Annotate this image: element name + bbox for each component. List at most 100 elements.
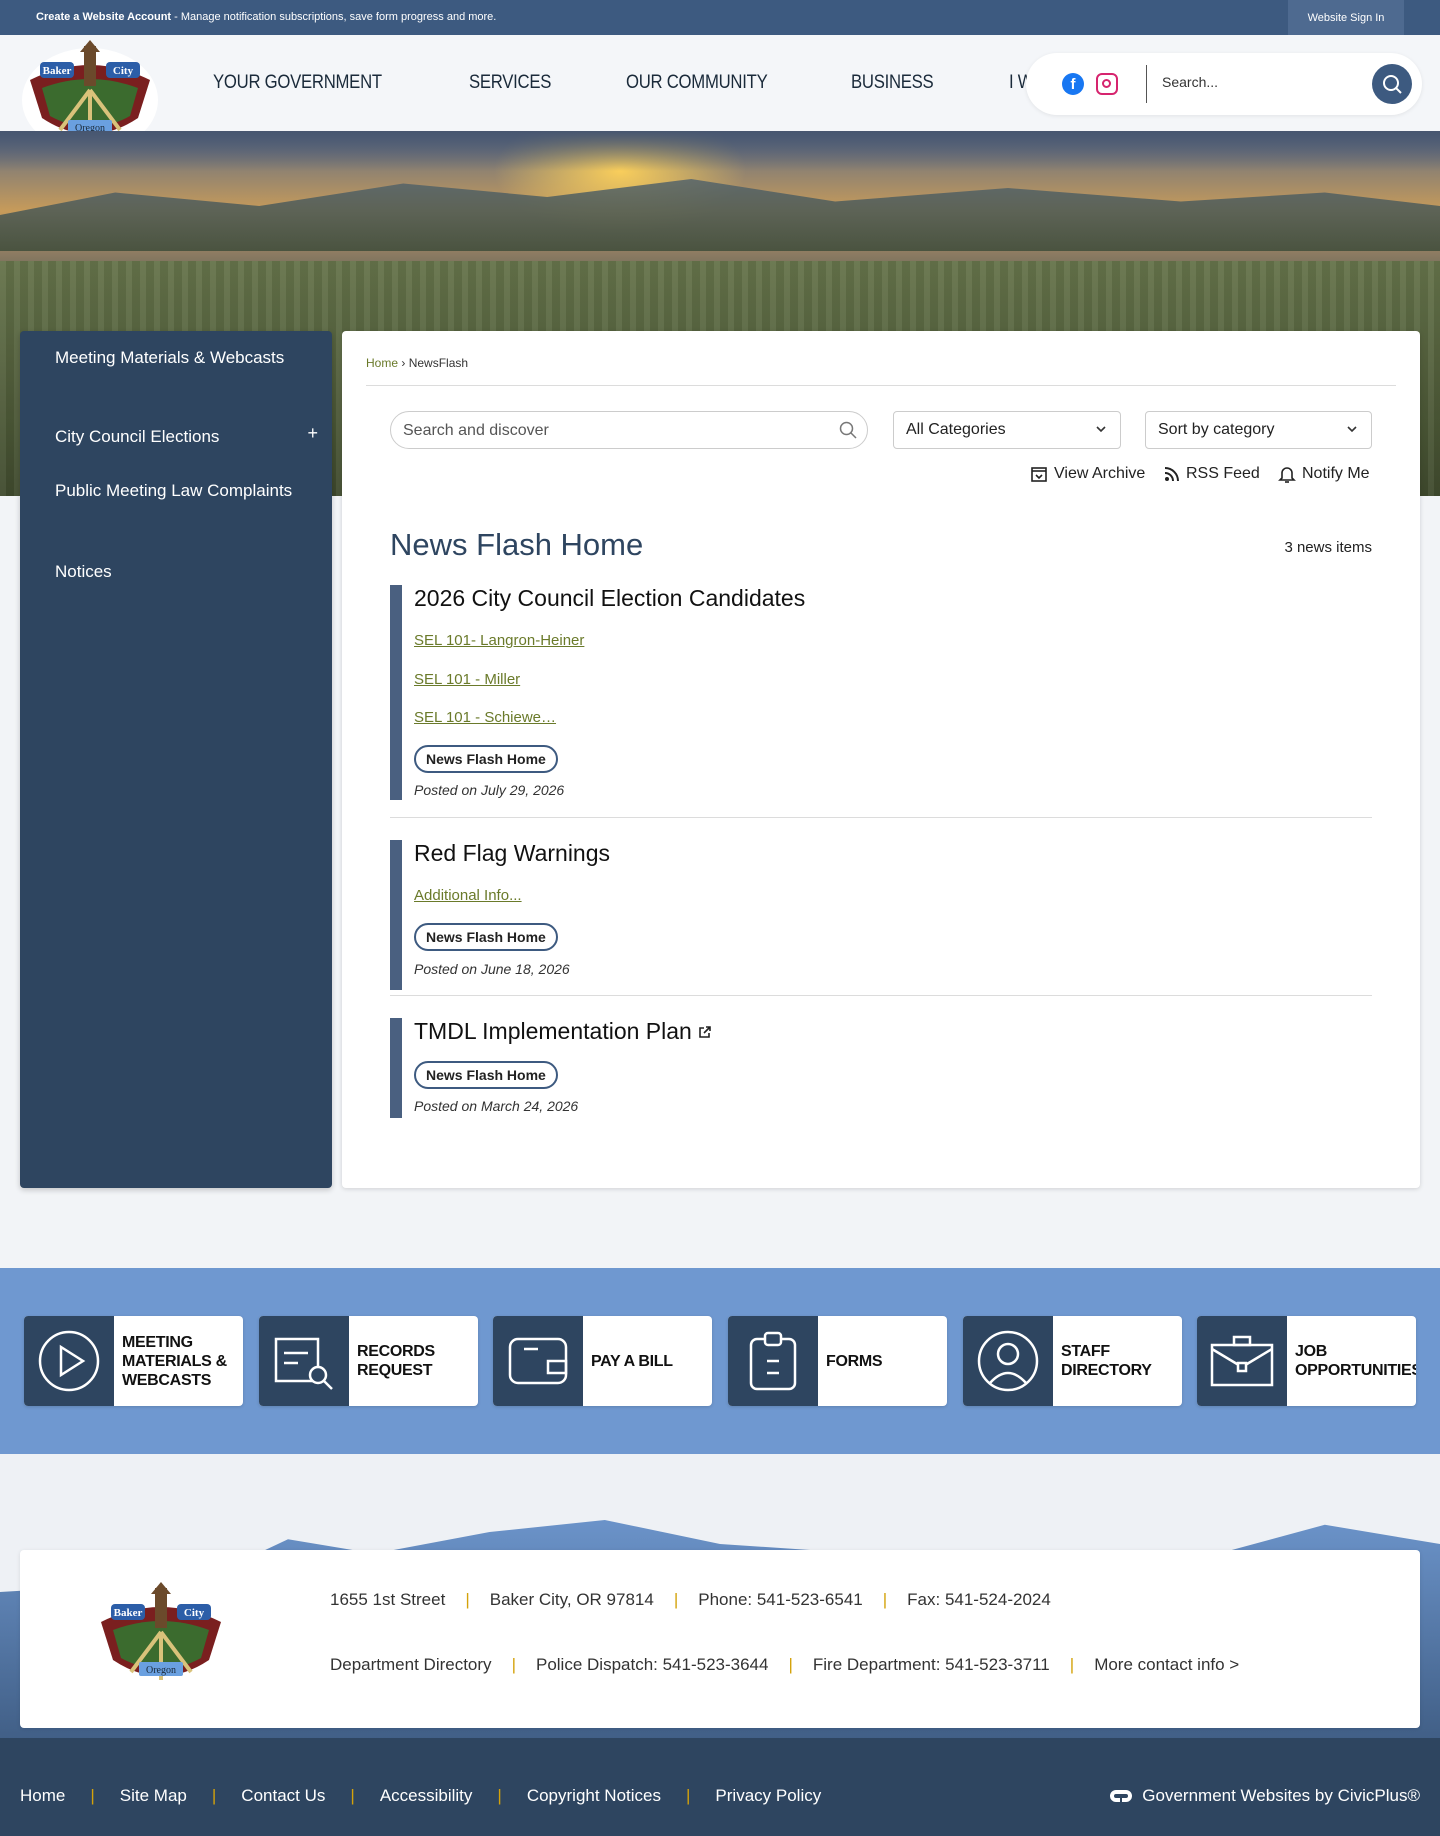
news-item-link[interactable]: SEL 101 - Schiewe…	[414, 709, 556, 726]
hero-sky	[0, 131, 1440, 171]
quick-link-forms[interactable]: FORMS	[728, 1316, 947, 1406]
quick-link-label: RECORDS REQUEST	[357, 1343, 435, 1379]
footer-department-directory[interactable]: Department Directory	[330, 1655, 492, 1675]
breadcrumb-home[interactable]: Home	[366, 356, 398, 370]
footer-logo-text-baker: Baker	[114, 1607, 143, 1619]
quick-link-label: MEETING MATERIALS & WEBCASTS	[122, 1333, 227, 1389]
play-icon	[38, 1330, 100, 1392]
breadcrumb-divider	[366, 385, 1396, 386]
header-search-bar: f Search...	[1026, 53, 1422, 115]
news-item: Red Flag Warnings Additional Info... New…	[390, 840, 1372, 996]
footer-link-privacy[interactable]: Privacy Policy	[715, 1786, 821, 1806]
rss-feed-link[interactable]: RSS Feed	[1164, 465, 1260, 483]
news-item-accent	[390, 585, 402, 800]
footer-link-accessibility[interactable]: Accessibility	[380, 1786, 473, 1806]
footer-contacts-row: Department Directory | Police Dispatch: 5…	[330, 1655, 1240, 1675]
civicplus-icon	[1110, 1790, 1133, 1802]
news-posted-date: Posted on July 29, 2026	[414, 782, 565, 798]
nav-your-government[interactable]: YOUR GOVERNMENT	[213, 72, 382, 94]
breadcrumb-current: › NewsFlash	[401, 356, 469, 370]
civicplus-label: Government Websites by CivicPlus®	[1142, 1786, 1420, 1805]
news-item-link[interactable]: SEL 101- Langron-Heiner	[414, 632, 584, 649]
footer-link-contact-us[interactable]: Contact Us	[241, 1786, 325, 1806]
footer-link-copyright[interactable]: Copyright Notices	[527, 1786, 661, 1806]
news-item-accent	[390, 840, 402, 990]
create-account-link[interactable]: Create a Website Account	[36, 11, 171, 23]
site-search-input[interactable]: Search...	[1162, 74, 1218, 90]
quick-link-job-opportunities[interactable]: JOB OPPORTUNITIES	[1197, 1316, 1416, 1406]
archive-icon	[1031, 467, 1047, 482]
news-category-badge[interactable]: News Flash Home	[414, 1061, 558, 1089]
notify-me-link[interactable]: Notify Me	[1278, 465, 1370, 483]
footer-contact-card: Baker City Oregon 1655 1st Street | Baker…	[20, 1550, 1420, 1728]
news-category-badge[interactable]: News Flash Home	[414, 745, 558, 773]
quick-link-label: JOB OPPORTUNITIES	[1295, 1343, 1416, 1379]
footer-phone[interactable]: Phone: 541-523-6541	[698, 1590, 862, 1610]
news-item-title[interactable]: TMDL Implementation Plan	[414, 1018, 712, 1045]
instagram-icon[interactable]	[1096, 73, 1118, 95]
footer-link-site-map[interactable]: Site Map	[120, 1786, 187, 1806]
footer-address-row: 1655 1st Street | Baker City, OR 97814 | P…	[330, 1590, 1051, 1610]
search-submit-button[interactable]	[1372, 64, 1412, 104]
rss-icon	[1164, 467, 1179, 482]
footer-more-contact-info[interactable]: More contact info >	[1094, 1655, 1239, 1675]
news-divider	[390, 817, 1372, 818]
expand-icon[interactable]: +	[307, 423, 318, 444]
nav-services[interactable]: SERVICES	[469, 72, 551, 94]
briefcase-icon	[1210, 1335, 1274, 1387]
news-item: 2026 City Council Election Candidates SE…	[390, 585, 1372, 818]
person-icon	[977, 1330, 1039, 1392]
footer-fire-department[interactable]: Fire Department: 541-523-3711	[813, 1655, 1050, 1675]
sidebar-navigation: Meeting Materials & Webcasts City Counci…	[20, 331, 332, 1188]
news-search-input[interactable]: Search and discover	[390, 411, 868, 449]
view-archive-link[interactable]: View Archive	[1030, 465, 1145, 483]
footer-fax: Fax: 541-524-2024	[907, 1590, 1051, 1609]
wallet-icon	[508, 1337, 568, 1385]
search-icon[interactable]	[839, 421, 857, 439]
news-count: 3 news items	[1284, 539, 1372, 556]
news-item-title[interactable]: Red Flag Warnings	[414, 840, 610, 867]
news-divider	[390, 995, 1372, 996]
external-link-icon	[699, 1026, 712, 1038]
facebook-icon[interactable]: f	[1062, 73, 1084, 95]
logo-text-baker: Baker	[43, 65, 72, 77]
quick-link-staff-directory[interactable]: STAFF DIRECTORY	[963, 1316, 1182, 1406]
bell-icon	[1278, 467, 1296, 483]
chevron-down-icon	[1347, 426, 1357, 433]
sort-select[interactable]: Sort by category	[1145, 411, 1372, 449]
sidebar-item-meeting-materials[interactable]: Meeting Materials & Webcasts	[55, 345, 305, 370]
sidebar-item-city-council-elections[interactable]: City Council Elections	[55, 424, 305, 449]
category-select[interactable]: All Categories	[893, 411, 1121, 449]
news-posted-date: Posted on June 18, 2026	[414, 961, 570, 977]
news-item-accent	[390, 1018, 402, 1118]
news-category-badge[interactable]: News Flash Home	[414, 923, 558, 951]
sidebar-item-notices[interactable]: Notices	[55, 559, 305, 584]
footer-link-home[interactable]: Home	[20, 1786, 65, 1806]
nav-our-community[interactable]: OUR COMMUNITY	[626, 72, 768, 94]
document-search-icon	[274, 1337, 333, 1390]
website-sign-in-button[interactable]: Website Sign In	[1288, 0, 1404, 35]
quick-link-meeting-materials[interactable]: MEETING MATERIALS & WEBCASTS	[24, 1316, 243, 1406]
footer-logo-text-city: City	[184, 1607, 205, 1619]
footer-police-dispatch[interactable]: Police Dispatch: 541-523-3644	[536, 1655, 768, 1675]
page-title: News Flash Home	[390, 527, 644, 562]
quick-link-records-request[interactable]: RECORDS REQUEST	[259, 1316, 478, 1406]
create-account-message[interactable]: Create a Website Account - Manage notifi…	[36, 11, 496, 23]
news-item-link[interactable]: SEL 101 - Miller	[414, 671, 520, 688]
civicplus-credit[interactable]: Government Websites by CivicPlus®	[1108, 1786, 1420, 1806]
nav-business[interactable]: BUSINESS	[851, 72, 934, 94]
chevron-down-icon	[1096, 426, 1106, 433]
footer-logo[interactable]: Baker City Oregon	[88, 1582, 234, 1699]
view-archive-label: View Archive	[1054, 465, 1146, 482]
news-item-title[interactable]: 2026 City Council Election Candidates	[414, 585, 805, 612]
news-posted-date: Posted on March 24, 2026	[414, 1098, 579, 1114]
sidebar-item-public-meeting-law[interactable]: Public Meeting Law Complaints	[55, 478, 305, 503]
search-icon	[1383, 75, 1402, 94]
notify-me-label: Notify Me	[1302, 465, 1370, 482]
news-item-link[interactable]: Additional Info...	[414, 887, 522, 904]
footer-street: 1655 1st Street	[330, 1590, 446, 1609]
rss-feed-label: RSS Feed	[1186, 465, 1260, 482]
category-select-value: All Categories	[906, 421, 1006, 438]
quick-link-pay-a-bill[interactable]: PAY A BILL	[493, 1316, 712, 1406]
news-item: TMDL Implementation Plan News Flash Home…	[390, 1018, 1372, 1118]
